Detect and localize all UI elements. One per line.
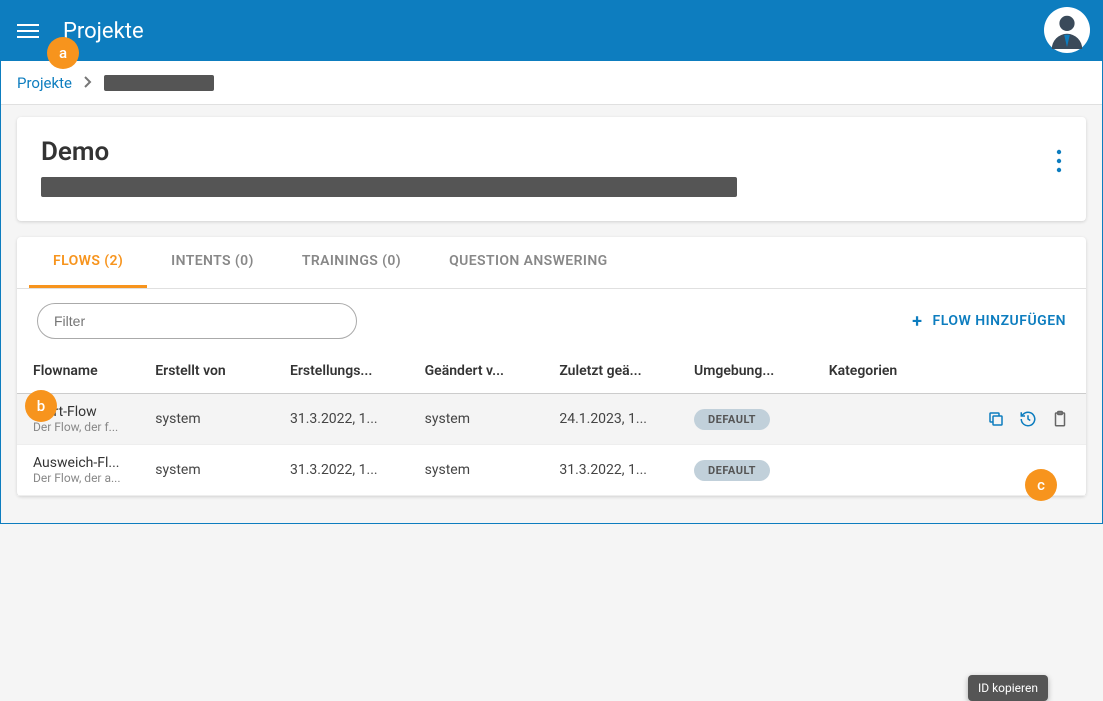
avatar[interactable] bbox=[1044, 7, 1090, 53]
col-flowname[interactable]: Flowname bbox=[17, 349, 145, 394]
plus-icon: + bbox=[912, 311, 922, 332]
tab-flows[interactable]: FLOWS (2) bbox=[29, 237, 147, 288]
col-changedby[interactable]: Geändert v... bbox=[415, 349, 550, 394]
tab-trainings[interactable]: TRAININGS (0) bbox=[278, 237, 425, 288]
col-envs[interactable]: Umgebung... bbox=[684, 349, 819, 394]
chevron-right-icon bbox=[84, 73, 92, 92]
tooltip-id-copy: ID kopieren bbox=[968, 675, 1048, 701]
tab-qa[interactable]: QUESTION ANSWERING bbox=[425, 237, 632, 288]
col-createdat[interactable]: Erstellungs... bbox=[280, 349, 415, 394]
table-row[interactable]: Ausweich-Fl...Der Flow, der a... system … bbox=[17, 445, 1086, 496]
cell-changedby: system bbox=[415, 445, 550, 496]
cell-createdby: system bbox=[145, 445, 280, 496]
add-flow-button[interactable]: + FLOW HINZUFÜGEN bbox=[912, 311, 1066, 332]
cell-createdat: 31.3.2022, 1... bbox=[280, 394, 415, 445]
col-createdby[interactable]: Erstellt von bbox=[145, 349, 280, 394]
tabs: FLOWS (2) INTENTS (0) TRAININGS (0) QUES… bbox=[17, 237, 1086, 289]
cell-categories bbox=[819, 445, 926, 496]
project-title: Demo bbox=[41, 137, 737, 167]
page-title: Projekte bbox=[63, 19, 144, 44]
col-changedat[interactable]: Zuletzt geä... bbox=[549, 349, 684, 394]
annotation-b: b bbox=[25, 390, 57, 422]
cell-actions bbox=[926, 394, 1086, 445]
breadcrumb-link-projekte[interactable]: Projekte bbox=[17, 74, 72, 92]
filter-input[interactable] bbox=[37, 303, 357, 339]
breadcrumb: Projekte bbox=[1, 61, 1102, 105]
cell-changedat: 24.1.2023, 1... bbox=[549, 394, 684, 445]
cell-flowname: Ausweich-Fl...Der Flow, der a... bbox=[17, 445, 145, 496]
copy-icon[interactable] bbox=[986, 409, 1006, 429]
cell-createdat: 31.3.2022, 1... bbox=[280, 445, 415, 496]
cell-changedby: system bbox=[415, 394, 550, 445]
cell-createdby: system bbox=[145, 394, 280, 445]
annotation-a: a bbox=[47, 37, 79, 69]
annotation-c: c bbox=[1025, 469, 1057, 501]
history-icon[interactable] bbox=[1018, 409, 1038, 429]
tab-intents[interactable]: INTENTS (0) bbox=[147, 237, 278, 288]
clipboard-icon[interactable] bbox=[1050, 409, 1070, 429]
col-actions bbox=[926, 349, 1086, 394]
cell-env: DEFAULT bbox=[684, 394, 819, 445]
cell-env: DEFAULT bbox=[684, 445, 819, 496]
table-row[interactable]: Start-FlowDer Flow, der f... system 31.3… bbox=[17, 394, 1086, 445]
project-description bbox=[41, 177, 737, 197]
cell-changedat: 31.3.2022, 1... bbox=[549, 445, 684, 496]
menu-icon[interactable] bbox=[17, 24, 39, 38]
breadcrumb-current bbox=[104, 75, 214, 91]
cell-actions bbox=[926, 445, 1086, 496]
more-menu-button[interactable] bbox=[1052, 145, 1066, 181]
cell-categories bbox=[819, 394, 926, 445]
col-categories[interactable]: Kategorien bbox=[819, 349, 926, 394]
add-flow-label: FLOW HINZUFÜGEN bbox=[933, 313, 1067, 329]
